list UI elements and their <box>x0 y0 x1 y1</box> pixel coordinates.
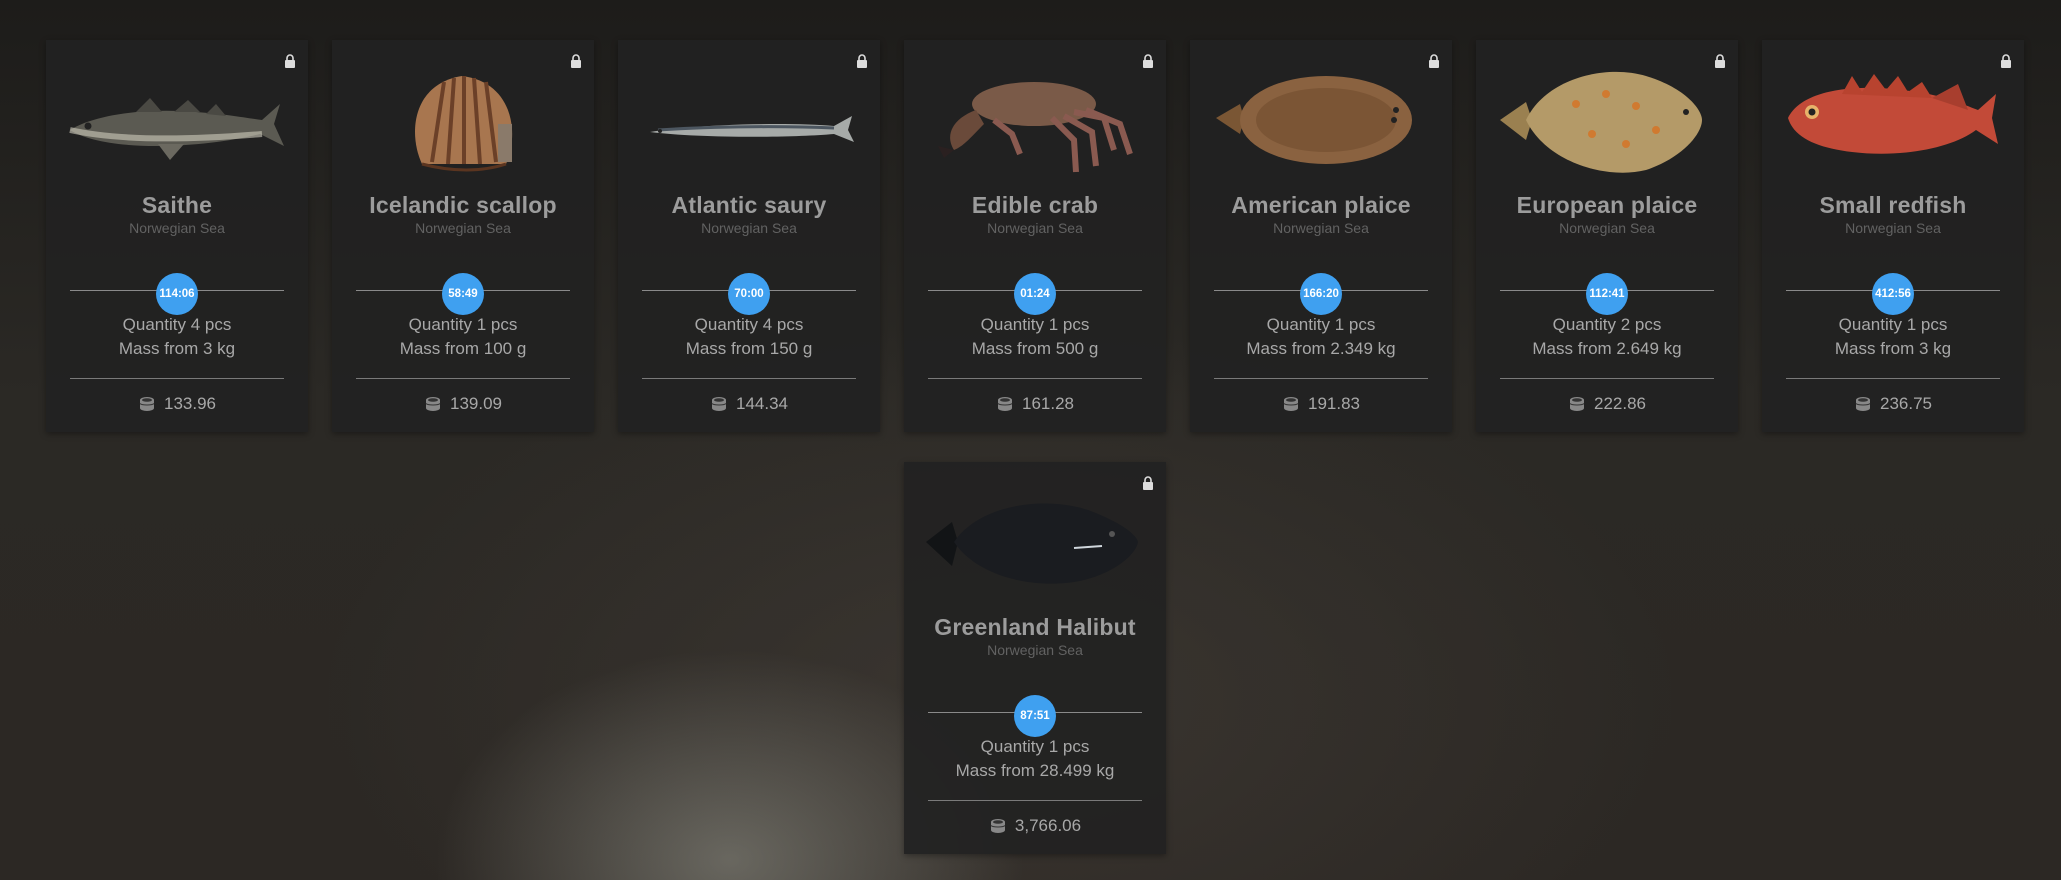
fish-region: Norwegian Sea <box>701 220 797 236</box>
quantity-text: Quantity 1 pcs <box>1266 315 1376 334</box>
price-value: 161.28 <box>1022 394 1074 413</box>
quantity-text: Quantity 2 pcs <box>1552 315 1662 334</box>
coins-icon <box>990 819 1006 833</box>
mass-text: Mass from 3 kg <box>118 339 236 358</box>
mass-text: Mass from 3 kg <box>1834 339 1952 358</box>
divider <box>642 378 856 379</box>
saury-fish-image <box>638 54 860 184</box>
timer-badge: 166:20 <box>1300 273 1342 315</box>
fish-name: American plaice <box>1231 192 1411 218</box>
fish-name: Greenland Halibut <box>934 614 1136 640</box>
timer-badge: 412:56 <box>1872 273 1914 315</box>
price: 191.83 <box>1190 394 1452 414</box>
divider <box>1214 378 1428 379</box>
price-value: 133.96 <box>164 394 216 413</box>
price: 222.86 <box>1476 394 1738 414</box>
price-value: 144.34 <box>736 394 788 413</box>
divider <box>356 378 570 379</box>
divider <box>928 378 1142 379</box>
price-value: 3,766.06 <box>1014 816 1082 835</box>
divider <box>1786 378 2000 379</box>
price: 133.96 <box>46 394 308 414</box>
fish-region: Norwegian Sea <box>987 642 1083 658</box>
quantity-text: Quantity 1 pcs <box>408 315 518 334</box>
fish-name: Edible crab <box>971 192 1099 218</box>
scallop-image <box>352 54 574 184</box>
timer-badge: 112:41 <box>1586 273 1628 315</box>
price: 139.09 <box>332 394 594 414</box>
price-value: 139.09 <box>450 394 502 413</box>
price: 236.75 <box>1762 394 2024 414</box>
coins-icon <box>1855 397 1871 411</box>
fish-name: Saithe <box>141 192 213 218</box>
fish-card-edible-crab[interactable]: Edible crab Norwegian Sea 01:24 Quantity… <box>904 40 1166 432</box>
quantity-text: Quantity 1 pcs <box>980 315 1090 334</box>
saithe-fish-image <box>66 54 288 184</box>
quantity-text: Quantity 4 pcs <box>694 315 804 334</box>
quantity-text: Quantity 4 pcs <box>122 315 232 334</box>
timer-badge: 87:51 <box>1014 695 1056 737</box>
timer-badge: 01:24 <box>1014 273 1056 315</box>
fish-region: Norwegian Sea <box>1559 220 1655 236</box>
fish-card-small-redfish[interactable]: Small redfish Norwegian Sea 412:56 Quant… <box>1762 40 2024 432</box>
mass-text: Mass from 500 g <box>971 339 1099 358</box>
fish-card-greenland-halibut[interactable]: Greenland Halibut Norwegian Sea 87:51 Qu… <box>904 462 1166 854</box>
coins-icon <box>711 397 727 411</box>
fish-name: Small redfish <box>1819 192 1967 218</box>
mass-text: Mass from 28.499 kg <box>955 761 1115 780</box>
fish-name: Icelandic scallop <box>369 192 557 218</box>
price: 144.34 <box>618 394 880 414</box>
timer-badge: 114:06 <box>156 273 198 315</box>
fish-card-atlantic-saury[interactable]: Atlantic saury Norwegian Sea 70:00 Quant… <box>618 40 880 432</box>
halibut-image <box>924 476 1146 606</box>
price-value: 236.75 <box>1880 394 1932 413</box>
fish-region: Norwegian Sea <box>415 220 511 236</box>
divider <box>1500 378 1714 379</box>
mass-text: Mass from 150 g <box>685 339 813 358</box>
fish-region: Norwegian Sea <box>129 220 225 236</box>
coins-icon <box>425 397 441 411</box>
coins-icon <box>1283 397 1299 411</box>
coins-icon <box>997 397 1013 411</box>
mass-text: Mass from 2.349 kg <box>1246 339 1396 358</box>
crab-image <box>924 54 1146 184</box>
mass-text: Mass from 2.649 kg <box>1532 339 1682 358</box>
american-plaice-image <box>1210 54 1432 184</box>
price-value: 191.83 <box>1308 394 1360 413</box>
fish-region: Norwegian Sea <box>987 220 1083 236</box>
divider <box>70 378 284 379</box>
fish-card-saithe[interactable]: Saithe Norwegian Sea 114:06 Quantity 4 p… <box>46 40 308 432</box>
fish-region: Norwegian Sea <box>1273 220 1369 236</box>
quantity-text: Quantity 1 pcs <box>980 737 1090 756</box>
price: 3,766.06 <box>904 816 1166 836</box>
divider <box>928 800 1142 801</box>
redfish-image <box>1782 54 2004 184</box>
fish-card-european-plaice[interactable]: European plaice Norwegian Sea 112:41 Qua… <box>1476 40 1738 432</box>
quantity-text: Quantity 1 pcs <box>1838 315 1948 334</box>
price: 161.28 <box>904 394 1166 414</box>
european-plaice-image <box>1496 54 1718 184</box>
coins-icon <box>1569 397 1585 411</box>
fish-card-american-plaice[interactable]: American plaice Norwegian Sea 166:20 Qua… <box>1190 40 1452 432</box>
price-value: 222.86 <box>1594 394 1646 413</box>
fish-region: Norwegian Sea <box>1845 220 1941 236</box>
timer-badge: 70:00 <box>728 273 770 315</box>
timer-badge: 58:49 <box>442 273 484 315</box>
mass-text: Mass from 100 g <box>399 339 527 358</box>
fish-card-icelandic-scallop[interactable]: Icelandic scallop Norwegian Sea 58:49 Qu… <box>332 40 594 432</box>
coins-icon <box>139 397 155 411</box>
fish-name: European plaice <box>1516 192 1698 218</box>
fish-name: Atlantic saury <box>671 192 827 218</box>
